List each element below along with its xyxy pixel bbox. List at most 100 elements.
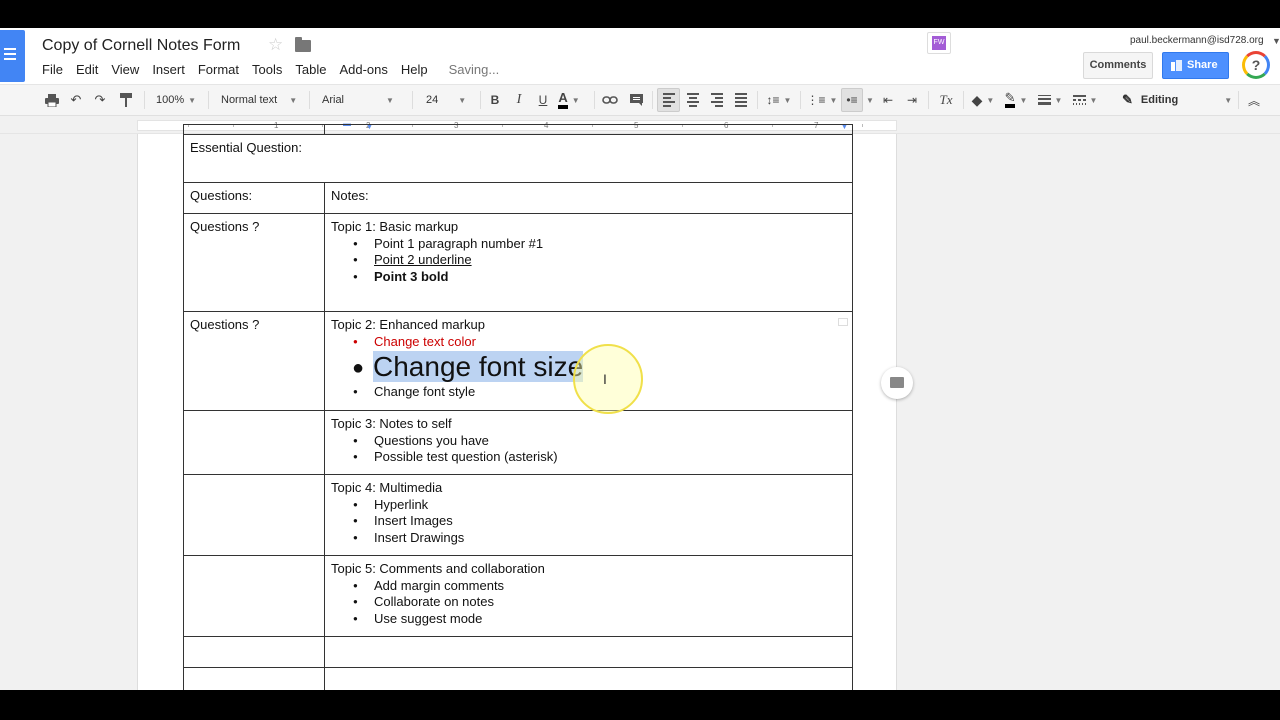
font-size-select[interactable]: 24 ▼ <box>426 85 472 115</box>
share-label: Share <box>1187 59 1218 71</box>
document-title[interactable]: Copy of Cornell Notes Form <box>42 37 240 55</box>
align-left-button[interactable] <box>657 88 680 112</box>
share-button[interactable]: Share <box>1162 52 1229 79</box>
border-color-button[interactable]: ✎ ▼ <box>1002 85 1030 115</box>
cursor-highlight <box>573 344 643 414</box>
line-spacing-button[interactable]: ↕≡ ▼ <box>764 85 794 115</box>
questions-header-cell[interactable]: Questions: <box>183 182 325 214</box>
print-icon[interactable] <box>42 85 62 115</box>
question-label: Questions ? <box>190 219 260 234</box>
bold-button[interactable]: B <box>486 85 504 115</box>
chevron-down-icon: ▼ <box>1224 95 1233 105</box>
addon-icon[interactable]: FW <box>927 32 951 54</box>
editing-mode-select[interactable]: ✎ Editing ▼ <box>1122 85 1232 115</box>
menu-edit[interactable]: Edit <box>76 62 98 77</box>
zoom-select[interactable]: 100% ▼ <box>156 85 206 115</box>
table-row <box>183 124 853 135</box>
menu-insert[interactable]: Insert <box>152 62 185 77</box>
border-dash-icon <box>1072 95 1086 105</box>
decrease-indent-icon[interactable]: ⇤ <box>878 85 898 115</box>
notes-cell[interactable]: Topic 3: Notes to self Questions you hav… <box>324 410 853 475</box>
pencil-icon: ✎ <box>1122 92 1133 107</box>
essential-question-cell[interactable]: Essential Question: <box>183 134 853 183</box>
table-row: Questions ? Topic 1: Basic markup Point … <box>183 213 853 312</box>
menu-table[interactable]: Table <box>295 62 326 77</box>
list-item: Questions you have <box>353 433 846 450</box>
bullet-list: Point 1 paragraph number #1 Point 2 unde… <box>331 236 846 286</box>
menu-file[interactable]: File <box>42 62 63 77</box>
notes-header: Notes: <box>331 188 369 203</box>
clear-formatting-button[interactable]: Tx <box>935 85 957 115</box>
notes-cell[interactable]: Topic 4: Multimedia Hyperlink Insert Ima… <box>324 474 853 556</box>
chevron-down-icon: ▼ <box>458 95 467 105</box>
menu-format[interactable]: Format <box>198 62 239 77</box>
fill-color-button[interactable]: ◆ ▼ <box>970 85 996 115</box>
align-right-icon <box>711 93 723 107</box>
topic-title: Topic 5: Comments and collaboration <box>331 561 545 576</box>
list-item: Add margin comments <box>353 578 846 595</box>
folder-icon[interactable] <box>295 37 311 52</box>
paint-format-icon[interactable] <box>116 85 136 115</box>
chevron-down-icon: ▼ <box>188 95 197 105</box>
table-row <box>183 667 853 690</box>
question-cell[interactable]: Questions ? <box>183 311 325 411</box>
question-cell[interactable] <box>183 474 325 556</box>
add-comment-icon[interactable] <box>881 367 913 399</box>
document-page[interactable]: Essential Question: Questions: Notes: Qu… <box>137 124 897 690</box>
chevron-down-icon: ▼ <box>1089 95 1098 105</box>
chevron-down-icon[interactable]: ▼ <box>864 85 876 115</box>
font-size-value: 24 <box>426 94 439 106</box>
text-color-button[interactable]: A ▼ <box>558 85 580 115</box>
table-row: Topic 3: Notes to self Questions you hav… <box>183 410 853 475</box>
selected-text[interactable]: Change font size <box>373 351 584 383</box>
comments-button[interactable]: Comments <box>1083 52 1153 79</box>
insert-comment-icon[interactable] <box>626 85 646 115</box>
question-cell[interactable]: Questions ? <box>183 213 325 312</box>
google-account-avatar[interactable]: ? <box>1242 51 1270 79</box>
docs-logo-icon[interactable] <box>0 30 25 82</box>
addon-label: FW <box>932 36 946 50</box>
cornell-notes-table: Essential Question: Questions: Notes: Qu… <box>183 124 853 690</box>
topic-title: Topic 4: Multimedia <box>331 480 443 495</box>
text-color-label: A <box>558 91 568 109</box>
border-dash-button[interactable]: ▼ <box>1070 85 1100 115</box>
user-email[interactable]: paul.beckermann@isd728.org <box>1130 35 1264 46</box>
menu-tools[interactable]: Tools <box>252 62 282 77</box>
topic-title: Topic 1: Basic markup <box>331 219 459 234</box>
chevron-down-icon[interactable]: ▼ <box>1272 36 1280 46</box>
align-right-button[interactable] <box>707 85 727 115</box>
question-cell[interactable] <box>183 555 325 637</box>
align-center-button[interactable] <box>683 85 703 115</box>
table-row: Questions ? Topic 2: Enhanced markup Cha… <box>183 311 853 411</box>
notes-cell[interactable]: Topic 5: Comments and collaboration Add … <box>324 555 853 637</box>
font-select[interactable]: Arial ▼ <box>322 85 402 115</box>
star-icon[interactable]: ☆ <box>268 35 283 55</box>
cell-options-icon[interactable] <box>838 318 848 326</box>
menu-view[interactable]: View <box>111 62 139 77</box>
list-item: Point 2 underline <box>353 252 846 269</box>
list-item: Collaborate on notes <box>353 594 846 611</box>
menu-bar: File Edit View Insert Format Tools Table… <box>42 62 512 77</box>
increase-indent-icon[interactable]: ⇥ <box>902 85 922 115</box>
italic-button[interactable]: I <box>510 85 528 115</box>
menu-addons[interactable]: Add-ons <box>339 62 387 77</box>
underline-button[interactable]: U <box>534 85 552 115</box>
undo-icon[interactable]: ↶ <box>66 85 86 115</box>
topic-title: Topic 2: Enhanced markup <box>331 317 485 332</box>
notes-cell[interactable]: Topic 1: Basic markup Point 1 paragraph … <box>324 213 853 312</box>
notes-header-cell[interactable]: Notes: <box>324 182 853 214</box>
menu-help[interactable]: Help <box>401 62 428 77</box>
essential-question-label: Essential Question: <box>190 140 303 155</box>
topic-title: Topic 3: Notes to self <box>331 416 452 431</box>
style-select[interactable]: Normal text ▼ <box>221 85 303 115</box>
redo-icon[interactable]: ↷ <box>90 85 110 115</box>
justify-button[interactable] <box>731 85 751 115</box>
list-item: Insert Drawings <box>353 530 846 547</box>
link-icon[interactable] <box>600 85 620 115</box>
border-width-button[interactable]: ▼ <box>1036 85 1064 115</box>
question-cell[interactable] <box>183 410 325 475</box>
numbered-list-button[interactable]: ⋮≡ ▼ <box>806 85 838 115</box>
bulleted-list-button[interactable]: •≡ <box>841 88 863 112</box>
style-value: Normal text <box>221 94 278 106</box>
collapse-toolbar-icon[interactable]: ︽ <box>1244 85 1264 115</box>
